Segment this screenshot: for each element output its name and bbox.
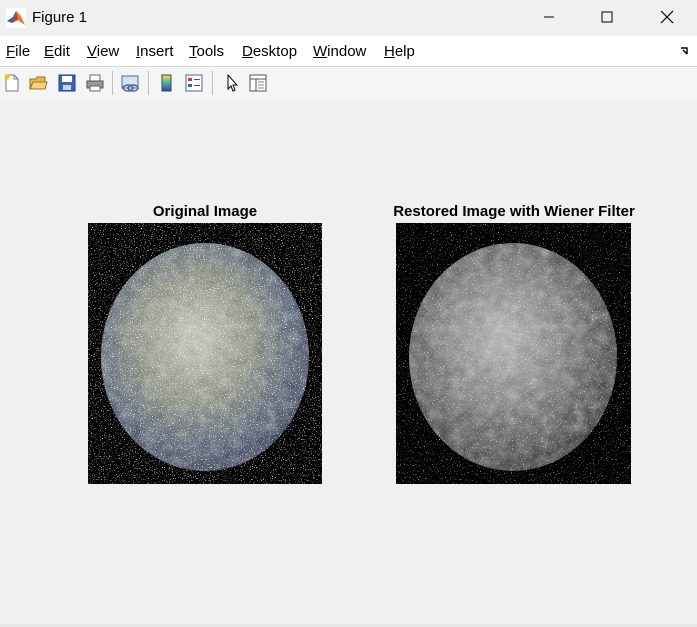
- close-icon: [660, 10, 674, 24]
- menu-file[interactable]: File: [6, 43, 30, 60]
- maximize-button[interactable]: [584, 0, 630, 34]
- open-file-icon: [29, 76, 48, 90]
- toolbar-separator: [212, 71, 213, 95]
- menu-help[interactable]: Help: [384, 43, 415, 60]
- figure-canvas[interactable]: Original Image Restored Image with Wiene…: [0, 99, 697, 627]
- toolbar-separator: [148, 71, 149, 95]
- close-button[interactable]: [644, 0, 690, 34]
- new-figure-icon: [4, 74, 19, 92]
- menu-tools[interactable]: Tools: [189, 43, 224, 60]
- edit-plot-button[interactable]: [221, 72, 243, 94]
- original-image[interactable]: [88, 223, 322, 484]
- maximize-icon: [601, 11, 613, 23]
- print-icon: [86, 74, 104, 92]
- property-inspector-button[interactable]: [247, 72, 269, 94]
- menu-insert[interactable]: Insert: [136, 43, 174, 60]
- pointer-icon: [227, 73, 239, 92]
- link-plot-button[interactable]: [119, 72, 141, 94]
- open-file-button[interactable]: [27, 72, 49, 94]
- toolbar-separator: [112, 71, 113, 95]
- insert-colorbar-button[interactable]: [156, 72, 178, 94]
- menu-edit[interactable]: Edit: [44, 43, 70, 60]
- menu-view[interactable]: View: [87, 43, 119, 60]
- restored-image[interactable]: [396, 223, 631, 484]
- figure-toolbar: [0, 66, 697, 100]
- menu-window[interactable]: Window: [313, 43, 366, 60]
- window-title: Figure 1: [32, 9, 88, 26]
- minimize-button[interactable]: [526, 0, 572, 34]
- menu-desktop[interactable]: Desktop: [242, 43, 297, 60]
- legend-icon: [185, 74, 203, 92]
- save-icon: [58, 74, 76, 92]
- axes-title-original: Original Image: [152, 203, 258, 220]
- save-button[interactable]: [56, 72, 78, 94]
- menu-bar: File Edit View Insert Tools Desktop Wind…: [0, 36, 697, 66]
- new-figure-button[interactable]: [1, 72, 23, 94]
- link-plot-icon: [121, 75, 139, 92]
- minimize-icon: [544, 16, 554, 18]
- matlab-logo-icon: [6, 8, 26, 28]
- print-button[interactable]: [84, 72, 106, 94]
- property-inspector-icon: [249, 74, 267, 92]
- axes-title-restored: Restored Image with Wiener Filter: [393, 203, 635, 220]
- insert-legend-button[interactable]: [183, 72, 205, 94]
- colorbar-icon: [161, 74, 172, 92]
- dock-figure-icon[interactable]: [679, 45, 691, 57]
- title-bar: Figure 1: [0, 0, 697, 36]
